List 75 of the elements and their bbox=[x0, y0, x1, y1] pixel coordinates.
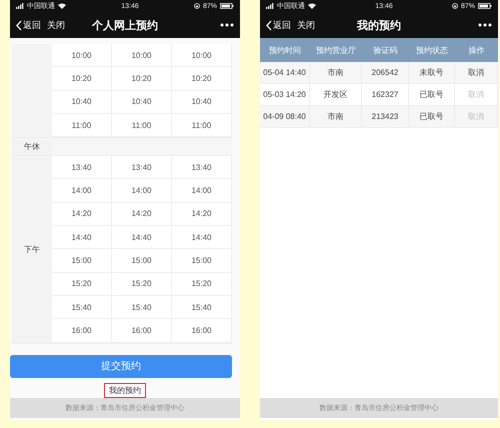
time-slot[interactable]: 10:00 bbox=[52, 44, 112, 68]
time-slot[interactable]: 11:00 bbox=[172, 114, 232, 138]
time-slot[interactable]: 14:00 bbox=[52, 179, 112, 203]
time-slot[interactable]: 14:40 bbox=[172, 226, 232, 250]
time-slot[interactable]: 10:00 bbox=[112, 44, 172, 68]
time-slot[interactable]: 11:00 bbox=[52, 114, 112, 138]
time-slot[interactable]: 14:00 bbox=[172, 179, 232, 203]
time-slot[interactable]: 15:40 bbox=[112, 296, 172, 320]
back-button[interactable]: 返回 bbox=[266, 18, 291, 32]
page-title: 我的预约 bbox=[357, 20, 401, 32]
time-slot[interactable]: 16:00 bbox=[52, 319, 112, 343]
time-slot[interactable]: 14:40 bbox=[112, 226, 172, 250]
column-header: 操作 bbox=[468, 44, 484, 56]
time-slot[interactable]: 10:20 bbox=[112, 67, 172, 91]
time-slot[interactable]: 13:40 bbox=[52, 156, 112, 180]
signal-icon bbox=[266, 3, 274, 9]
table-cell: 05-04 14:40 bbox=[260, 62, 310, 83]
time-slot[interactable]: 14:00 bbox=[112, 179, 172, 203]
time-slot[interactable]: 10:40 bbox=[172, 90, 232, 114]
battery-icon bbox=[478, 3, 492, 9]
table-cell: 市南 bbox=[310, 106, 362, 127]
time-slot[interactable]: 15:20 bbox=[52, 272, 112, 296]
column-header: 预约状态 bbox=[416, 44, 448, 56]
wifi-icon bbox=[308, 3, 316, 9]
wifi-icon bbox=[58, 3, 66, 9]
table-cell: 未取号 bbox=[409, 62, 455, 83]
time-slot[interactable]: 10:20 bbox=[172, 67, 232, 91]
period-cell: 下午 bbox=[12, 156, 52, 343]
time-slot[interactable]: 13:40 bbox=[172, 156, 232, 180]
time-slot[interactable]: 13:40 bbox=[112, 156, 172, 180]
table-cell: 已取号 bbox=[409, 84, 455, 105]
cancel-button[interactable]: 取消 bbox=[468, 67, 484, 78]
time-slot[interactable]: 14:20 bbox=[172, 202, 232, 226]
time-slot[interactable]: 15:00 bbox=[52, 249, 112, 273]
time-slot[interactable]: 16:00 bbox=[172, 319, 232, 343]
time-slot[interactable]: 15:00 bbox=[172, 249, 232, 273]
column-header: 验证码 bbox=[374, 44, 398, 56]
table-cell: 162327 bbox=[362, 84, 409, 105]
close-button[interactable]: 关闭 bbox=[47, 18, 65, 32]
more-icon[interactable] bbox=[478, 23, 492, 27]
column-header: 预约营业厅 bbox=[316, 44, 356, 56]
signal-icon bbox=[16, 3, 24, 9]
table-cell: 05-03 14:20 bbox=[260, 84, 310, 105]
time-slot[interactable]: 14:20 bbox=[112, 202, 172, 226]
time-slot[interactable]: 15:00 bbox=[112, 249, 172, 273]
time-slot[interactable]: 10:20 bbox=[52, 67, 112, 91]
chevron-left-icon bbox=[16, 20, 22, 30]
time-slot[interactable]: 16:00 bbox=[112, 319, 172, 343]
time-slot[interactable]: 14:40 bbox=[52, 226, 112, 250]
time-slot[interactable]: 11:00 bbox=[112, 114, 172, 138]
lock-rotation-icon bbox=[452, 3, 458, 9]
time-slot[interactable]: 15:20 bbox=[112, 272, 172, 296]
time-slot[interactable]: 15:40 bbox=[172, 296, 232, 320]
battery-icon bbox=[220, 3, 234, 9]
time-slot[interactable]: 14:20 bbox=[52, 202, 112, 226]
time-slot[interactable]: 15:20 bbox=[172, 272, 232, 296]
back-button[interactable]: 返回 bbox=[16, 18, 41, 32]
page-title: 个人网上预约 bbox=[92, 20, 158, 32]
chevron-left-icon bbox=[266, 20, 272, 30]
more-icon[interactable] bbox=[220, 23, 234, 27]
table-cell: 开发区 bbox=[310, 84, 362, 105]
time-slot[interactable]: 10:40 bbox=[112, 90, 172, 114]
column-header: 预约时间 bbox=[269, 44, 301, 56]
period-label: 午休 bbox=[24, 141, 40, 152]
table-cell: 04-09 08:40 bbox=[260, 106, 310, 127]
lock-rotation-icon bbox=[194, 3, 200, 9]
time-slot[interactable]: 15:40 bbox=[52, 296, 112, 320]
close-button[interactable]: 关闭 bbox=[297, 18, 315, 32]
time-slot[interactable]: 10:40 bbox=[52, 90, 112, 114]
table-cell: 市南 bbox=[310, 62, 362, 83]
table-cell: 213423 bbox=[362, 106, 409, 127]
table-cell: 206542 bbox=[362, 62, 409, 83]
table-cell: 已取号 bbox=[409, 106, 455, 127]
my-bookings-link[interactable]: 我的预约 bbox=[104, 382, 146, 398]
time-slot[interactable]: 10:00 bbox=[172, 44, 232, 68]
